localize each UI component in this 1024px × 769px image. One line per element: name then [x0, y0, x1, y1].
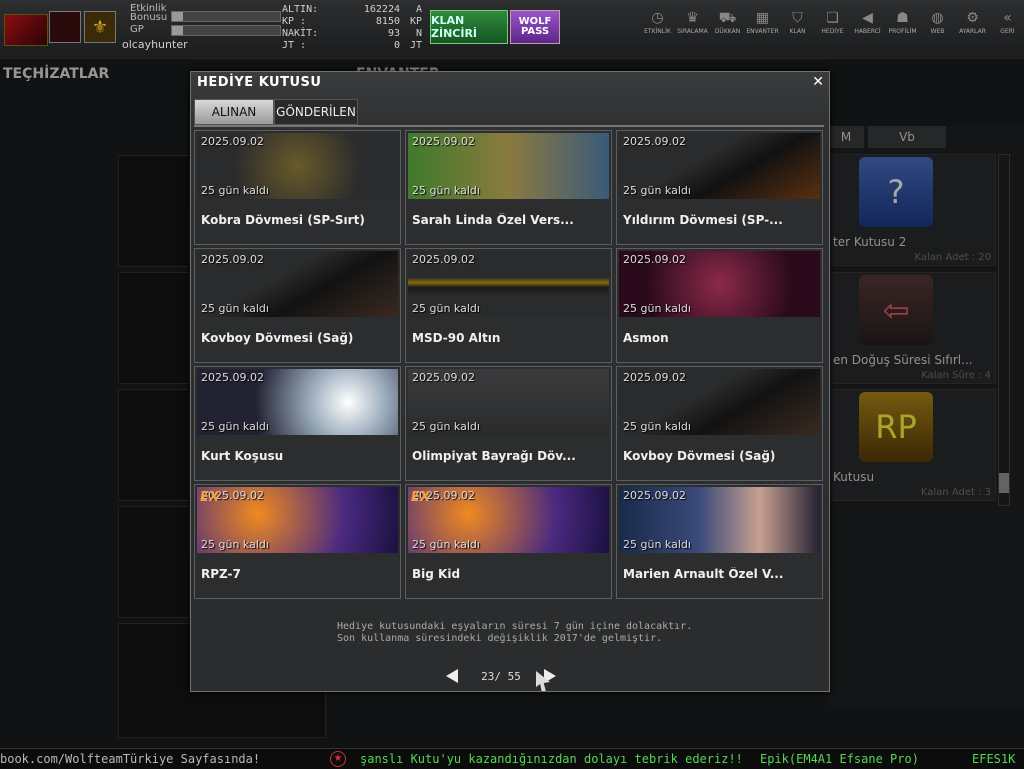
ex-badge: EX — [411, 490, 430, 505]
news-ticker: book.com/WolfteamTürkiye Sayfasında! ★ ş… — [0, 748, 1024, 769]
ticker-text: şanslı Kutu'yu kazandığınızdan dolayı te… — [360, 752, 743, 766]
nav-siralama[interactable]: ♛ SIRALAMA — [675, 10, 710, 35]
rank-icon: ⚜ — [84, 11, 116, 43]
gift-box-dialog: HEDİYE KUTUSU ✕ ALINAN GÖNDERİLEN 2025.0… — [190, 71, 830, 692]
nav-hediye[interactable]: ❏ HEDİYE — [815, 10, 850, 35]
profile-icon: ☗ — [896, 10, 909, 26]
ticker-text: book.com/WolfteamTürkiye Sayfasında! — [0, 752, 261, 766]
currency-row: JT :0 JT — [282, 40, 422, 51]
gift-icon: ❏ — [826, 10, 839, 26]
back-icon: « — [1003, 10, 1012, 26]
gift-tabs: ALINAN GÖNDERİLEN — [194, 99, 358, 125]
gift-card[interactable]: 2025.09.02 25 gün kaldı Olimpiyat Bayrağı… — [405, 366, 612, 481]
cart-icon: ⛟ — [718, 10, 737, 26]
gear-icon: ⚙ — [966, 10, 979, 26]
ticker-text: EFES1K — [972, 752, 1016, 766]
clan-emblem — [49, 11, 81, 43]
ranking-icon: ♛ — [686, 10, 699, 26]
ticker-text: Epik(EM4A1 Efsane Pro) — [760, 752, 919, 766]
nav-dukkan[interactable]: ⛟ DÜKKAN — [710, 10, 745, 35]
gift-card[interactable]: 2025.09.02 25 gün kaldı Kobra Dövmesi (SP… — [194, 130, 401, 245]
top-bar: ⚜ Etkinlik Bonusu GP olcayhunter ALTIN: 1… — [0, 0, 1024, 59]
nav-haberci[interactable]: ◀ HABERCİ — [850, 10, 885, 35]
gift-card[interactable]: EX 2025.09.02 25 gün kaldı RPZ-7 — [194, 484, 401, 599]
nav-geri[interactable]: «GERİ — [990, 10, 1024, 35]
tab-gonderilen[interactable]: GÖNDERİLEN — [274, 99, 358, 125]
currency-row: NAKİT: 93 N — [282, 28, 422, 39]
gift-card[interactable]: 2025.09.02 25 gün kaldı Kovboy Dövmesi (S… — [616, 366, 823, 481]
gift-card[interactable]: 2025.09.02 25 gün kaldı Yıldırım Dövmesi … — [616, 130, 823, 245]
nav-ayarlar[interactable]: ⚙ AYARLAR — [955, 10, 990, 35]
globe-icon: ◍ — [931, 10, 944, 26]
expiry-note: Hediye kutusundaki eşyaların süresi 7 gü… — [337, 621, 693, 644]
nav-klan[interactable]: ⛉ KLAN — [780, 10, 815, 35]
inventory-icon: ▦ — [755, 10, 770, 26]
currency-row: ALTIN: 162224 A — [282, 4, 422, 15]
star-icon: ★ — [330, 751, 346, 767]
clock-icon: ◷ — [651, 10, 664, 26]
klan-zinciri-button[interactable]: KLAN ZİNCİRİ — [430, 10, 508, 44]
gp-label: GP — [130, 24, 144, 35]
gift-card[interactable]: EX 2025.09.02 25 gün kaldı Big Kid — [405, 484, 612, 599]
shield-icon: ⛉ — [792, 10, 803, 26]
nav-etkinlik[interactable]: ◷ ETKİNLİK — [640, 10, 675, 35]
gift-card[interactable]: 2025.09.02 25 gün kaldı Asmon — [616, 248, 823, 363]
megaphone-icon: ◀ — [862, 10, 873, 26]
bonus-bar — [171, 11, 281, 22]
bonus-label: Bonusu — [130, 12, 168, 23]
gp-bar — [171, 25, 281, 36]
page-indicator: 23/ 55 — [481, 669, 521, 683]
gift-card[interactable]: 2025.09.02 25 gün kaldı Kurt Koşusu — [194, 366, 401, 481]
gift-card[interactable]: 2025.09.02 25 gün kaldı Sarah Linda Özel … — [405, 130, 612, 245]
tab-divider — [194, 125, 824, 127]
gift-card[interactable]: 2025.09.02 25 gün kaldı Marien Arnault Öz… — [616, 484, 823, 599]
gift-card[interactable]: 2025.09.02 25 gün kaldı Kovboy Dövmesi (S… — [194, 248, 401, 363]
currency-row: KP :8150 KP — [282, 16, 422, 27]
nav-envanter[interactable]: ▦ ENVANTER — [745, 10, 780, 35]
prev-page-icon[interactable] — [446, 669, 458, 683]
username: olcayhunter — [122, 38, 188, 51]
nav-profilim[interactable]: ☗ PROFİLİM — [885, 10, 920, 35]
tab-alinan[interactable]: ALINAN — [194, 99, 274, 125]
ex-badge: EX — [200, 490, 219, 505]
nav-web[interactable]: ◍ WEB — [920, 10, 955, 35]
wolf-pass-button[interactable]: WOLF PASS — [510, 10, 560, 44]
wolfteam-logo — [4, 14, 48, 46]
gift-card[interactable]: 2025.09.02 25 gün kaldı MSD-90 Altın — [405, 248, 612, 363]
close-icon[interactable]: ✕ — [812, 74, 824, 90]
dialog-title: HEDİYE KUTUSU — [197, 75, 322, 90]
main-nav: ◷ ETKİNLİK ♛ SIRALAMA ⛟ DÜKKAN ▦ ENVANTER ⛉ K… — [640, 10, 1024, 35]
currency-panel: ALTIN: 162224 A KP :8150 KP NAKİT: 93 N JT :0… — [282, 4, 422, 52]
